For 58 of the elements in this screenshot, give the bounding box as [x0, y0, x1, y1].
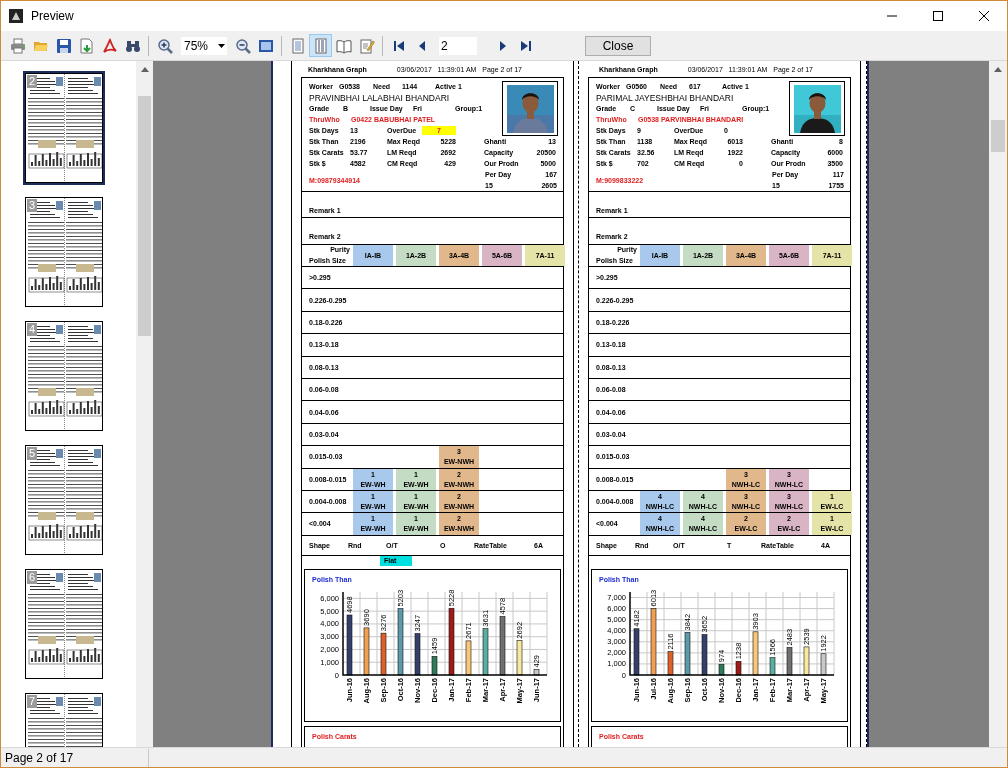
page-icon — [289, 37, 306, 54]
pages-icon — [312, 37, 329, 54]
zoom-select[interactable]: 75% — [181, 36, 227, 55]
continuous-page-button[interactable] — [309, 34, 332, 57]
caret-icon — [218, 43, 225, 48]
page-thumbnail[interactable]: 6 — [23, 567, 105, 681]
bar — [752, 631, 759, 675]
page-number-field[interactable]: 2 — [439, 36, 477, 55]
bar — [533, 668, 540, 675]
close-icon — [979, 11, 989, 21]
bar — [786, 646, 793, 675]
bar — [448, 607, 455, 675]
save-icon — [55, 37, 72, 54]
pdf-icon — [101, 37, 118, 54]
bar — [633, 628, 640, 675]
edit-icon — [358, 37, 375, 54]
scrollbar[interactable] — [989, 61, 1007, 747]
bar — [667, 650, 674, 675]
scroll-thumb[interactable] — [138, 96, 151, 336]
bar — [650, 607, 657, 675]
export-icon — [78, 37, 95, 54]
status-text: Page 2 of 17 — [1, 748, 149, 767]
bar — [701, 633, 708, 675]
bar — [684, 631, 691, 675]
bar — [380, 632, 387, 675]
scroll-up-icon — [140, 67, 149, 72]
bar — [499, 615, 506, 675]
close-preview-button[interactable]: Close — [585, 35, 651, 56]
page-thumbnail[interactable]: 3 — [23, 195, 105, 309]
print-icon — [9, 37, 26, 54]
bar — [482, 628, 489, 675]
bar — [397, 607, 404, 675]
zoom-out-icon — [234, 37, 251, 54]
worker-name: PRAVINBHAI LALABHAI BHANDARI — [309, 92, 451, 103]
bar — [735, 660, 742, 675]
scroll-up-icon — [994, 67, 1002, 72]
window-title: Preview — [31, 8, 74, 25]
bar — [414, 632, 421, 675]
maximize-icon — [933, 11, 943, 21]
page-thumbnail[interactable]: 5 — [23, 443, 105, 557]
zoom-in-icon — [156, 37, 173, 54]
bar — [769, 657, 776, 675]
bar — [803, 646, 810, 675]
worker-name: PARIMAL JAYESHBHAI BHANDARI — [596, 92, 735, 103]
bar — [718, 663, 725, 675]
scroll-thumb[interactable] — [991, 120, 1005, 152]
monitor-icon — [257, 37, 274, 54]
app-icon — [9, 9, 23, 23]
bar — [346, 614, 353, 675]
book-icon — [335, 37, 352, 54]
page-thumbnail[interactable]: 2 — [23, 71, 105, 185]
page-thumbnail[interactable]: 7 — [23, 691, 105, 747]
bar — [363, 627, 370, 675]
bar — [516, 640, 523, 675]
bar — [465, 640, 472, 675]
page-thumbnail[interactable]: 4 — [23, 319, 105, 433]
bar — [431, 655, 438, 675]
scrollbar[interactable] — [136, 61, 153, 747]
